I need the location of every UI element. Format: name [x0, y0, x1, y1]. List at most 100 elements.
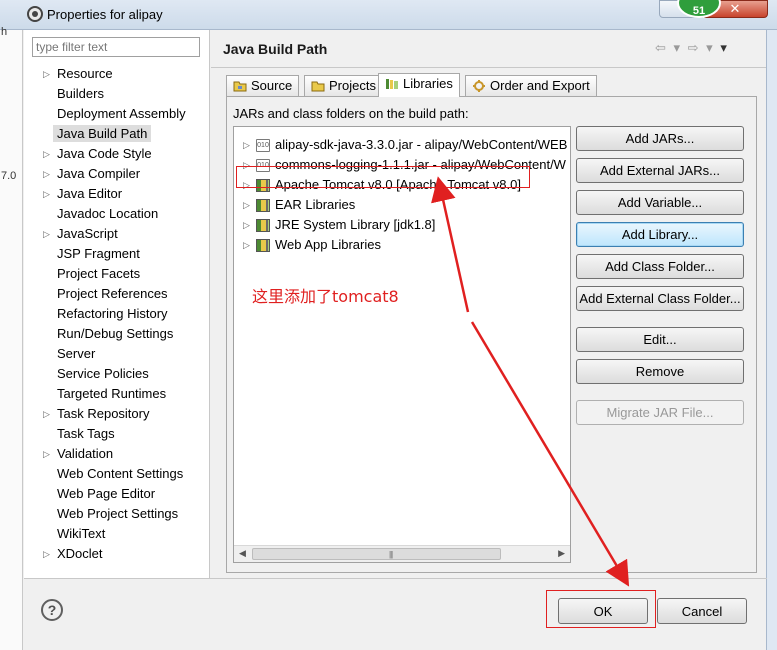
- nav-item[interactable]: Deployment Assembly: [24, 104, 210, 124]
- property-pages-list: ▷ Resource Builders Deployment Assembly Java…: [24, 64, 210, 564]
- nav-item-label: Java Editor: [57, 186, 123, 201]
- back-arrow-icon[interactable]: ⇦ ▾: [655, 40, 682, 55]
- nav-item[interactable]: Refactoring History: [24, 304, 210, 324]
- filter-input[interactable]: [32, 37, 200, 57]
- nav-item[interactable]: ▷ Task Repository: [24, 404, 210, 424]
- nav-item-label: Builders: [57, 86, 104, 101]
- view-menu-icon[interactable]: ▾: [720, 40, 729, 55]
- nav-item-label: Java Code Style: [57, 146, 152, 161]
- expand-arrow-icon[interactable]: ▷: [43, 64, 50, 84]
- tab-source[interactable]: Source: [226, 75, 300, 96]
- nav-item-label: JSP Fragment: [57, 246, 140, 261]
- add-jars-button[interactable]: Add JARs...: [576, 126, 744, 151]
- background-window-strip: h 7.0: [0, 26, 23, 650]
- build-path-tree[interactable]: ▷ 010 alipay-sdk-java-3.3.0.jar - alipay/W…: [233, 126, 571, 563]
- add-variable-button[interactable]: Add Variable...: [576, 190, 744, 215]
- nav-item-label: Refactoring History: [57, 306, 168, 321]
- expand-arrow-icon[interactable]: ▷: [243, 175, 250, 195]
- add-external-jars-button[interactable]: Add External JARs...: [576, 158, 744, 183]
- forward-arrow-icon[interactable]: ⇨ ▾: [688, 40, 715, 55]
- ok-button[interactable]: OK: [558, 598, 648, 624]
- expand-arrow-icon[interactable]: ▷: [243, 155, 250, 175]
- expand-arrow-icon[interactable]: ▷: [43, 224, 50, 244]
- title-separator: [211, 67, 766, 68]
- nav-item-label: Web Page Editor: [57, 486, 156, 501]
- footer-separator: [24, 578, 767, 579]
- background-text-fragment: h: [1, 26, 8, 38]
- nav-item[interactable]: Builders: [24, 84, 210, 104]
- expand-arrow-icon[interactable]: ▷: [43, 544, 50, 564]
- nav-item[interactable]: Web Project Settings: [24, 504, 210, 524]
- tab-libraries[interactable]: Libraries: [378, 73, 460, 97]
- expand-arrow-icon[interactable]: ▷: [43, 444, 50, 464]
- nav-item[interactable]: Project References: [24, 284, 210, 304]
- window-title: Properties for alipay: [47, 7, 163, 22]
- scroll-left-icon[interactable]: ◀: [239, 548, 246, 559]
- nav-item[interactable]: Server: [24, 344, 210, 364]
- nav-item[interactable]: ▷ Validation: [24, 444, 210, 464]
- page-title: Java Build Path: [223, 41, 328, 57]
- expand-arrow-icon[interactable]: ▷: [43, 404, 50, 424]
- build-path-entry-label: commons-logging-1.1.1.jar - alipay/WebCo…: [275, 157, 566, 172]
- tab-order-and-export[interactable]: Order and Export: [465, 75, 597, 96]
- nav-item-label: Server: [57, 346, 96, 361]
- add-class-folder-button[interactable]: Add Class Folder...: [576, 254, 744, 279]
- nav-item[interactable]: Javadoc Location: [24, 204, 210, 224]
- tab-projects[interactable]: Projects: [304, 75, 383, 96]
- nav-item[interactable]: ▷ XDoclet: [24, 544, 210, 564]
- cancel-button[interactable]: Cancel: [657, 598, 747, 624]
- nav-item-label: Service Policies: [57, 366, 149, 381]
- nav-item[interactable]: ▷ Resource: [24, 64, 210, 84]
- nav-item[interactable]: Java Build Path: [24, 124, 210, 144]
- nav-item-label: Java Build Path: [53, 125, 152, 142]
- nav-item[interactable]: Web Content Settings: [24, 464, 210, 484]
- nav-item[interactable]: Task Tags: [24, 424, 210, 444]
- nav-item[interactable]: Service Policies: [24, 364, 210, 384]
- expand-arrow-icon[interactable]: ▷: [43, 184, 50, 204]
- nav-item-label: Run/Debug Settings: [57, 326, 174, 341]
- add-external-class-folder-button[interactable]: Add External Class Folder...: [576, 286, 744, 311]
- nav-item-label: JavaScript: [57, 226, 118, 241]
- build-path-entry-label: JRE System Library [jdk1.8]: [275, 217, 436, 232]
- nav-item-label: Deployment Assembly: [57, 106, 186, 121]
- expand-arrow-icon[interactable]: ▷: [243, 215, 250, 235]
- jar-icon: 010: [256, 159, 270, 172]
- edit-button[interactable]: Edit...: [576, 327, 744, 352]
- build-path-entry-label: alipay-sdk-java-3.3.0.jar - alipay/WebCo…: [275, 137, 568, 152]
- expand-arrow-icon[interactable]: ▷: [243, 195, 250, 215]
- nav-item-label: Project References: [57, 286, 168, 301]
- add-library-button[interactable]: Add Library...: [576, 222, 744, 247]
- annotation-note: 这里添加了tomcat8: [252, 287, 399, 306]
- nav-item[interactable]: ▷ Java Editor: [24, 184, 210, 204]
- remove-button[interactable]: Remove: [576, 359, 744, 384]
- scrollbar-thumb[interactable]: |||: [252, 548, 501, 560]
- nav-item[interactable]: ▷ JavaScript: [24, 224, 210, 244]
- nav-item-label: Javadoc Location: [57, 206, 159, 221]
- library-icon: [256, 199, 270, 212]
- scroll-right-icon[interactable]: ▶: [558, 548, 565, 559]
- nav-item-label: Validation: [57, 446, 114, 461]
- expand-arrow-icon[interactable]: ▷: [243, 235, 250, 255]
- nav-item[interactable]: Web Page Editor: [24, 484, 210, 504]
- background-text-fragment: 7.0: [1, 170, 17, 182]
- build-path-entry-label: Web App Libraries: [275, 237, 381, 252]
- nav-item-label: Resource: [57, 66, 113, 81]
- migrate-jar-button[interactable]: Migrate JAR File...: [576, 400, 744, 425]
- nav-item[interactable]: ▷ Java Code Style: [24, 144, 210, 164]
- jar-icon: 010: [256, 139, 270, 152]
- nav-item[interactable]: Targeted Runtimes: [24, 384, 210, 404]
- expand-arrow-icon[interactable]: ▷: [243, 135, 250, 155]
- expand-arrow-icon[interactable]: ▷: [43, 144, 50, 164]
- history-controls[interactable]: ⇦ ▾ ⇨ ▾ ▾: [655, 40, 729, 56]
- nav-item[interactable]: JSP Fragment: [24, 244, 210, 264]
- nav-item[interactable]: Project Facets: [24, 264, 210, 284]
- horizontal-scrollbar[interactable]: ◀ ||| ▶: [234, 545, 570, 562]
- build-path-entry-label: Apache Tomcat v8.0 [Apache Tomcat v8.0]: [275, 177, 521, 192]
- expand-arrow-icon[interactable]: ▷: [43, 164, 50, 184]
- nav-item-label: XDoclet: [57, 546, 103, 561]
- help-icon[interactable]: ?: [41, 599, 63, 621]
- nav-item[interactable]: Run/Debug Settings: [24, 324, 210, 344]
- nav-item[interactable]: ▷ Java Compiler: [24, 164, 210, 184]
- property-pages-nav: ▷ Resource Builders Deployment Assembly Java…: [24, 30, 210, 578]
- nav-item[interactable]: WikiText: [24, 524, 210, 544]
